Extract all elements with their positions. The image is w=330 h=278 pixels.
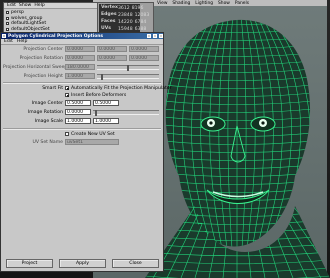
dialog-menu-edit[interactable]: Edit: [4, 39, 13, 44]
viewport-menu-lighting[interactable]: Lighting: [195, 1, 213, 6]
projection-rotation-y-field[interactable]: 0.0000: [97, 55, 127, 61]
smart-fit-option-label: Automatically Fit the Projection Manipul…: [71, 86, 172, 91]
projection-horizontal-sweep-field[interactable]: 180.0000: [65, 64, 95, 70]
project-button[interactable]: Project: [6, 259, 53, 268]
slider-handle[interactable]: [127, 64, 129, 71]
group-icon: [6, 16, 9, 20]
right-eye: [250, 116, 276, 132]
uv-set-name-label: UV Set Name: [32, 140, 63, 145]
close-icon[interactable]: [159, 34, 163, 38]
head-wireframe-mesh[interactable]: [145, 6, 330, 278]
dialog-menubar: Edit Help: [1, 39, 163, 45]
head-shape: [165, 19, 311, 247]
projection-rotation-label: Projection Rotation: [19, 56, 63, 61]
set-icon: [6, 28, 9, 32]
apply-button[interactable]: Apply: [59, 259, 106, 268]
outliner-tree: persp wolves_group defaultLightSet defau…: [4, 9, 97, 33]
viewport-menu-show[interactable]: Show: [218, 1, 230, 6]
projection-center-x-field[interactable]: 0.0000: [65, 46, 95, 52]
camera-icon: [6, 11, 9, 15]
image-scale-v-field[interactable]: 1.0000: [93, 118, 119, 124]
uv-set-name-field[interactable]: uvSet1: [65, 139, 119, 145]
viewport-menu-shading[interactable]: Shading: [172, 1, 190, 6]
smart-fit-checkbox[interactable]: [65, 86, 69, 90]
image-rotation-slider[interactable]: [93, 109, 159, 116]
smart-fit-label: Smart Fit: [42, 86, 63, 91]
projection-height-slider[interactable]: [97, 73, 159, 80]
set-icon: [6, 22, 9, 26]
channel-value-row: 23848 12083: [118, 13, 150, 18]
slider-handle[interactable]: [95, 109, 97, 116]
outliner-menu-show[interactable]: Show: [19, 3, 31, 8]
dialog-menu-help[interactable]: Help: [17, 39, 27, 44]
channel-value-row: 14220 6784: [118, 20, 147, 25]
projection-height-label: Projection Height: [23, 74, 63, 79]
image-rotation-label: Image Rotation: [27, 110, 63, 115]
create-new-uv-set-label: Create New UV Set: [71, 132, 115, 137]
projection-rotation-x-field[interactable]: 0.0000: [65, 55, 95, 61]
image-rotation-field[interactable]: 0.0000: [65, 109, 91, 115]
image-center-u-field[interactable]: 0.5000: [65, 100, 91, 106]
create-new-uv-set-checkbox[interactable]: [65, 132, 69, 136]
image-center-v-field[interactable]: 0.5000: [93, 100, 119, 106]
projection-center-label: Projection Center: [23, 47, 63, 52]
slider-handle[interactable]: [101, 73, 103, 80]
outliner-menu-edit[interactable]: Edit: [7, 3, 16, 8]
maximize-icon[interactable]: [153, 34, 157, 38]
close-button[interactable]: Close: [112, 259, 159, 268]
viewport-menu-view[interactable]: View: [157, 1, 167, 6]
insert-before-deformers-checkbox[interactable]: [65, 93, 69, 97]
insert-before-deformers-label: Insert Before Deformers: [71, 93, 127, 98]
window-icon: [2, 34, 6, 38]
dialog-title: Polygon Cylindrical Projection Options: [8, 33, 104, 39]
projection-center-y-field[interactable]: 0.0000: [97, 46, 127, 52]
projection-horizontal-sweep-label: Projection Horizontal Sweep: [3, 65, 68, 70]
viewport-menu-panels[interactable]: Panels: [235, 1, 249, 6]
image-scale-label: Image Scale: [34, 119, 63, 124]
projection-horizontal-sweep-slider[interactable]: [97, 64, 159, 71]
projection-height-field[interactable]: 1.0000: [65, 73, 95, 79]
cylindrical-projection-options-dialog: Polygon Cylindrical Projection Options E…: [0, 32, 172, 272]
separator: [3, 82, 161, 84]
image-center-label: Image Center: [31, 101, 63, 106]
channel-value-row: 3612 8196: [118, 6, 144, 11]
outliner-menu-help[interactable]: Help: [34, 3, 44, 8]
separator: [3, 128, 161, 130]
left-eye: [200, 116, 226, 132]
projection-rotation-z-field[interactable]: 0.0000: [129, 55, 159, 61]
projection-center-z-field[interactable]: 0.0000: [129, 46, 159, 52]
image-scale-u-field[interactable]: 1.0000: [65, 118, 91, 124]
minimize-icon[interactable]: [147, 34, 151, 38]
